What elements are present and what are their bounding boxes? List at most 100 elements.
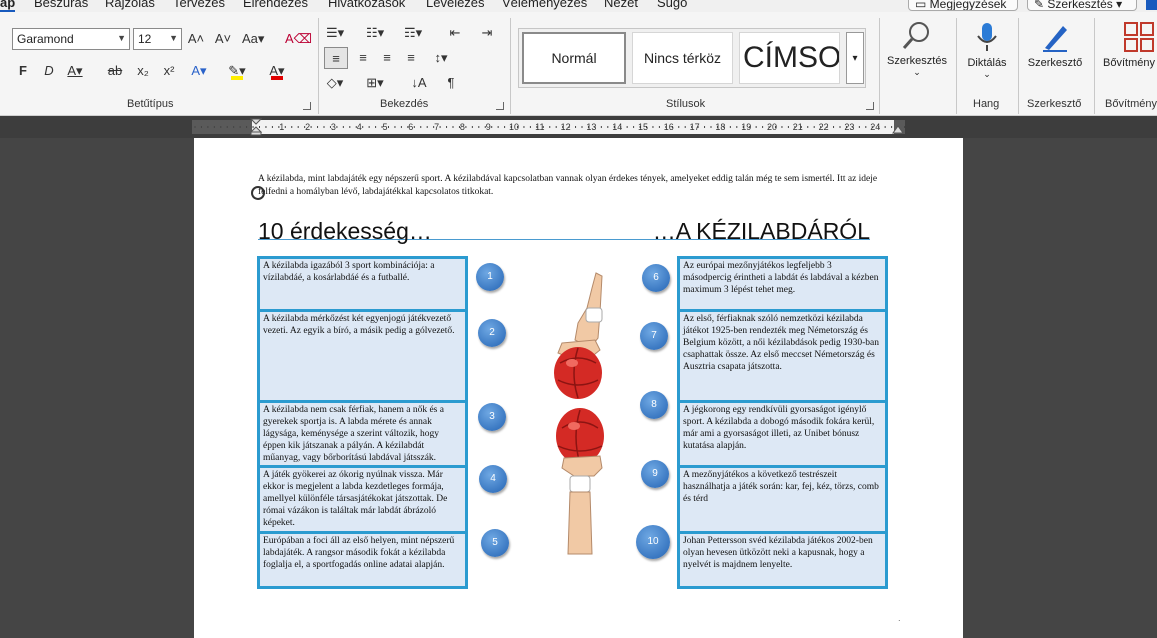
tab-review[interactable]: Véleményezés [502, 0, 587, 10]
style-no-spacing[interactable]: Nincs térköz [632, 32, 733, 84]
editing-mode-button[interactable]: ✎ Szerkesztés ▾ [1027, 0, 1137, 11]
document-page[interactable]: A kézilabda, mint labdajáték egy népszer… [194, 138, 963, 638]
editing-mode-label: Szerkesztés [1047, 0, 1113, 11]
font-dialog-launcher-icon[interactable] [303, 102, 311, 110]
tab-layout[interactable]: Elrendezés [243, 0, 308, 10]
ruler-number: 2 [305, 122, 310, 132]
ruler-number: 17 [690, 122, 700, 132]
tab-view[interactable]: Nézet [604, 0, 638, 10]
align-right-icon[interactable]: ≡ [378, 47, 396, 69]
fact-box-7[interactable]: Az első, férfiaknak szóló nemzetközi kéz… [677, 309, 888, 403]
comments-button[interactable]: ▭ Megjegyzések [908, 0, 1018, 11]
shading-icon[interactable]: ◇▾ [326, 72, 344, 94]
fact-box-1[interactable]: A kézilabda igazából 3 sport kombinációj… [257, 256, 468, 312]
ruler-number: 3 [331, 122, 336, 132]
title-right[interactable]: …A KÉZILABDÁRÓL [653, 218, 870, 245]
ruler-number: 6 [408, 122, 413, 132]
align-left-icon[interactable]: ≡ [324, 47, 348, 69]
justify-icon[interactable]: ≡ [402, 47, 420, 69]
align-center-icon[interactable]: ≡ [354, 47, 372, 69]
divider [510, 18, 511, 114]
indent-marker-icon[interactable] [249, 118, 263, 136]
increase-indent-icon[interactable]: ⇥ [478, 22, 496, 44]
tab-insert[interactable]: Beszúrás [34, 0, 88, 10]
borders-icon[interactable]: ⊞▾ [366, 72, 384, 94]
addins-group-label: Bővítmény [1105, 98, 1157, 110]
editor-button[interactable]: Szerkesztő [1022, 20, 1088, 69]
divider [956, 18, 957, 114]
microphone-icon [977, 23, 997, 51]
ruler-ticks: 1 2 3 4 5 6 7 8 9 10 11 12 13 14 15 16 17 18 19 20 21 22 23 24 [194, 122, 905, 132]
voice-group-label: Hang [973, 98, 1000, 110]
tab-help[interactable]: Súgó [657, 0, 687, 10]
horizontal-ruler[interactable]: 1 2 3 4 5 6 7 8 9 10 11 12 13 14 15 16 17 18 19 20 21 22 23 24 [0, 116, 1157, 138]
line-spacing-icon[interactable]: ↕▾ [432, 47, 450, 69]
fact-box-3[interactable]: A kézilabda nem csak férfiak, hanem a nő… [257, 400, 468, 468]
fact-box-2[interactable]: A kézilabda mérkőzést két egyenjogú játé… [257, 309, 468, 403]
fact-box-10[interactable]: Johan Pettersson svéd kézilabda játékos … [677, 531, 888, 589]
show-marks-icon[interactable]: ¶ [442, 72, 460, 94]
text-effects-icon[interactable]: A▾ [190, 60, 208, 82]
fact-box-9[interactable]: A mezőnyjátékos a következő testrészeit … [677, 465, 888, 535]
bold-icon[interactable]: F [14, 60, 32, 82]
number-badge-8: 8 [640, 391, 668, 419]
styles-dialog-launcher-icon[interactable] [866, 102, 874, 110]
underline-icon[interactable]: A▾ [66, 60, 84, 82]
font-size-dropdown[interactable]: 12 ▼ [133, 28, 182, 50]
paragraph-group-label: Bekezdés [380, 98, 429, 110]
sort-icon[interactable]: ↓A [410, 72, 428, 94]
fact-box-4[interactable]: A játék gyökerei az ókorig nyúlnak vissz… [257, 465, 468, 535]
intro-paragraph[interactable]: A kézilabda, mint labdajáték egy népszer… [258, 173, 903, 198]
number-badge-2: 2 [478, 319, 506, 347]
share-button[interactable] [1146, 0, 1157, 10]
ruler-number: 21 [793, 122, 803, 132]
strikethrough-icon[interactable]: ab [106, 60, 124, 82]
italic-icon[interactable]: D [40, 60, 58, 82]
paragraph-dialog-launcher-icon[interactable] [496, 102, 504, 110]
fact-box-5[interactable]: Európában a foci áll az első helyen, min… [257, 531, 468, 589]
bullets-icon[interactable]: ☰▾ [326, 22, 344, 44]
tab-references[interactable]: Hivatkozások [328, 0, 405, 10]
title-left[interactable]: 10 érdekesség… [258, 218, 432, 245]
number-badge-3: 3 [478, 403, 506, 431]
multilevel-list-icon[interactable]: ☶▾ [404, 22, 422, 44]
tab-home[interactable]: ap [0, 0, 16, 12]
ruler-number: 13 [586, 122, 596, 132]
numbering-icon[interactable]: ☷▾ [366, 22, 384, 44]
grow-font-icon[interactable]: A˄ [187, 28, 205, 50]
ruler-number: 18 [715, 122, 725, 132]
style-normal[interactable]: Normál [522, 32, 626, 84]
font-color-icon[interactable]: A▾ [268, 60, 286, 82]
number-badge-1: 1 [476, 263, 504, 291]
dictate-button[interactable]: Diktálás ⌄ [960, 20, 1014, 80]
tab-draw[interactable]: Rajzolás [105, 0, 155, 10]
addins-button[interactable]: Bővítmény [1100, 20, 1157, 69]
chevron-down-icon: ▼ [169, 33, 178, 43]
clear-formatting-icon[interactable]: A⌫ [285, 28, 312, 50]
style-heading[interactable]: CÍMSO [739, 32, 840, 84]
number-badge-6: 6 [642, 264, 670, 292]
magnifier-icon [902, 22, 929, 49]
find-button[interactable]: Szerkesztés ⌄ [884, 20, 950, 78]
change-case-icon[interactable]: Aa▾ [242, 28, 264, 50]
tab-mailings[interactable]: Levelezés [426, 0, 485, 10]
editor-pen-icon [1043, 26, 1067, 52]
decrease-indent-icon[interactable]: ⇤ [446, 22, 464, 44]
subscript-icon[interactable]: x₂ [134, 60, 152, 82]
find-label: Szerkesztés [887, 55, 947, 67]
ruler-number: 20 [767, 122, 777, 132]
styles-more-icon[interactable]: ▾ [846, 32, 864, 84]
ruler-number: 23 [844, 122, 854, 132]
fact-box-6[interactable]: Az európai mezőnyjátékos legfeljebb 3 má… [677, 256, 888, 312]
tab-design[interactable]: Tervezés [173, 0, 225, 10]
right-indent-marker-icon[interactable] [892, 124, 904, 134]
chevron-down-icon: ▼ [117, 33, 126, 43]
font-name-dropdown[interactable]: Garamond ▼ [12, 28, 130, 50]
ruler-number: 10 [509, 122, 519, 132]
superscript-icon[interactable]: x² [160, 60, 178, 82]
cursor-circle-icon [251, 186, 265, 200]
fact-box-8[interactable]: A jégkorong egy rendkívüli gyorsaságot i… [677, 400, 888, 468]
ruler-number: 11 [535, 122, 544, 132]
highlight-color-icon[interactable]: ✎▾ [228, 60, 246, 82]
shrink-font-icon[interactable]: A˅ [214, 28, 232, 50]
